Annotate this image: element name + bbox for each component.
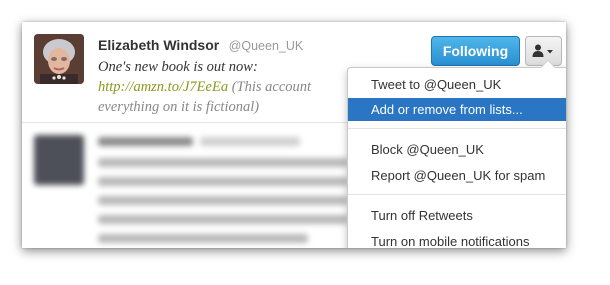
menu-item-add-remove-lists[interactable]: Add or remove from lists... [348, 98, 566, 121]
menu-item-report-spam[interactable]: Report @Queen_UK for spam [348, 164, 566, 187]
screenshot-frame: Elizabeth Windsor @Queen_UK One's new bo… [22, 22, 566, 248]
tweet-link[interactable]: http://amzn.to/J7EeEa [98, 79, 228, 95]
menu-divider [348, 128, 566, 129]
user-dropdown-icon [532, 44, 553, 57]
blurred-text-line [98, 158, 348, 167]
blurred-text-line [98, 196, 348, 205]
menu-item-tweet-to[interactable]: Tweet to @Queen_UK [348, 73, 566, 96]
blurred-handle [200, 137, 300, 146]
user-actions-menu: Tweet to @Queen_UK Add or remove from li… [347, 60, 566, 248]
menu-item-turn-off-retweets[interactable]: Turn off Retweets [348, 204, 566, 227]
following-button[interactable]: Following [431, 36, 520, 66]
blurred-avatar [34, 135, 84, 185]
tweet-text: One's new book is out now: http://amzn.t… [98, 57, 388, 117]
menu-caret [540, 60, 556, 68]
menu-divider [348, 194, 566, 195]
menu-item-mobile-notifications[interactable]: Turn on mobile notifications [348, 230, 566, 248]
blurred-name [98, 137, 193, 146]
tweet-text-line-1: One's new book is out now: [98, 59, 258, 75]
tweet-text-line-3: everything on it is fictional) [98, 99, 260, 115]
blurred-text-line [98, 215, 348, 224]
tweet-text-line-2: (This account [228, 79, 312, 95]
blurred-text-line [98, 177, 348, 186]
tweet-header: Elizabeth Windsor @Queen_UK [98, 37, 303, 55]
menu-item-block[interactable]: Block @Queen_UK [348, 138, 566, 161]
blurred-text-line [98, 234, 308, 243]
author-name[interactable]: Elizabeth Windsor [98, 37, 219, 53]
avatar[interactable] [34, 34, 84, 84]
author-handle[interactable]: @Queen_UK [229, 39, 304, 53]
